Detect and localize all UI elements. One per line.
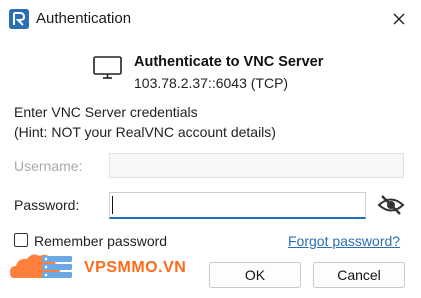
- window-title: Authentication: [36, 10, 132, 27]
- remember-password-label[interactable]: Remember password: [34, 233, 167, 249]
- ok-button[interactable]: OK: [209, 262, 301, 288]
- dialog-heading: Authenticate to VNC Server: [134, 54, 324, 70]
- remember-password-checkbox[interactable]: [14, 233, 28, 247]
- watermark-text: VPSMMO.VN: [84, 259, 187, 276]
- realvnc-logo-icon: [9, 9, 29, 29]
- cancel-button[interactable]: Cancel: [313, 262, 405, 288]
- password-label: Password:: [14, 197, 80, 213]
- text-caret: [112, 196, 113, 214]
- toggle-password-visibility-button[interactable]: [377, 192, 405, 223]
- title-bar: Authentication: [0, 0, 421, 38]
- monitor-icon: [93, 56, 123, 85]
- server-address: 103.78.2.37::6043 (TCP): [134, 75, 289, 91]
- password-field[interactable]: [109, 192, 366, 219]
- forgot-password-link[interactable]: Forgot password?: [288, 233, 400, 249]
- hint-text: (Hint: NOT your RealVNC account details): [14, 124, 276, 140]
- username-label: Username:: [14, 158, 83, 174]
- instructions-text: Enter VNC Server credentials: [14, 104, 198, 120]
- username-field: [109, 153, 404, 178]
- close-button[interactable]: [386, 6, 412, 32]
- eye-slash-icon: [377, 195, 405, 215]
- close-icon: [393, 13, 405, 25]
